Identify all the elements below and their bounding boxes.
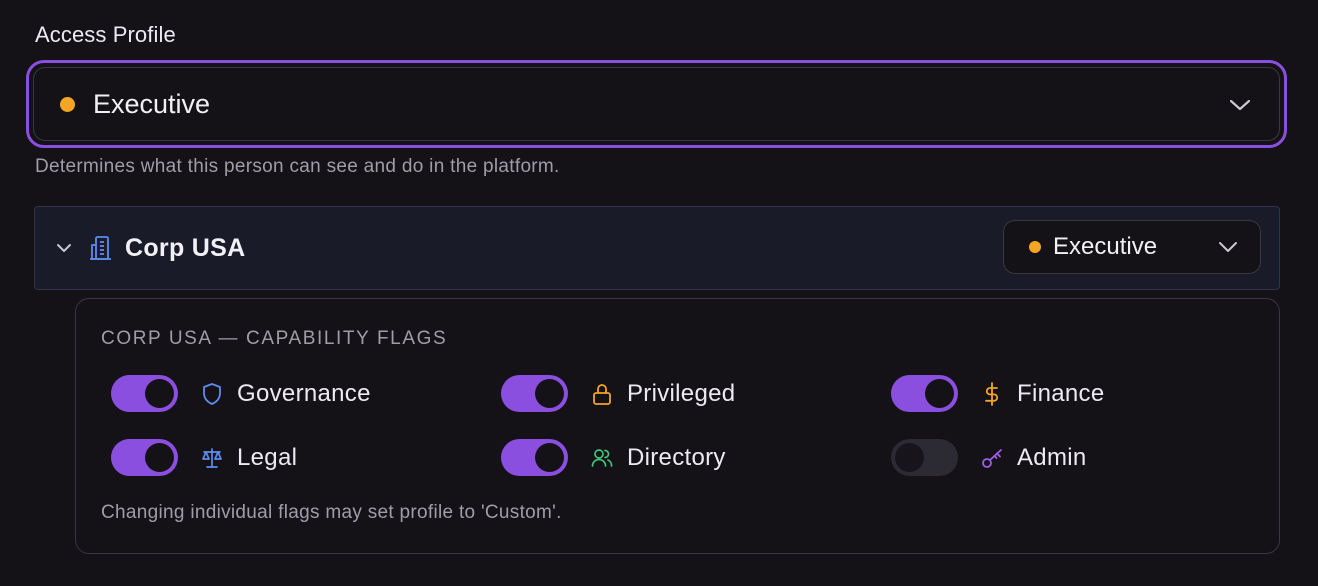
toggle-knob: [925, 379, 954, 408]
chevron-down-icon: [1229, 99, 1251, 111]
toggle-knob: [145, 443, 174, 472]
dollar-icon: [985, 382, 999, 406]
flag-label: Admin: [1017, 444, 1087, 471]
admin-toggle[interactable]: [891, 439, 958, 476]
access-profile-section: Access Profile Executive Determines what…: [0, 0, 1318, 586]
privileged-toggle[interactable]: [501, 375, 568, 412]
key-icon: [982, 449, 1002, 468]
capability-flags-panel: CORP USA — CAPABILITY FLAGS Governance P…: [75, 298, 1280, 554]
scales-icon: [202, 448, 222, 468]
flag-label: Governance: [237, 380, 371, 407]
shield-icon: [203, 383, 221, 405]
access-profile-value: Executive: [93, 89, 211, 119]
org-name: Corp USA: [125, 234, 246, 262]
org-profile-status-dot: [1029, 241, 1041, 253]
toggle-knob: [895, 443, 924, 472]
flag-label: Legal: [237, 444, 298, 471]
org-profile-select[interactable]: Executive: [1003, 220, 1261, 274]
access-profile-helper: Determines what this person can see and …: [35, 156, 560, 177]
capability-flags-title: CORP USA — CAPABILITY FLAGS: [101, 328, 448, 349]
lock-icon: [593, 384, 611, 405]
chevron-down-icon: [1219, 242, 1237, 252]
governance-toggle[interactable]: [111, 375, 178, 412]
toggle-knob: [535, 379, 564, 408]
directory-toggle[interactable]: [501, 439, 568, 476]
org-profile-value: Executive: [1053, 233, 1158, 260]
flag-label: Directory: [627, 444, 726, 471]
finance-toggle[interactable]: [891, 375, 958, 412]
legal-toggle[interactable]: [111, 439, 178, 476]
toggle-knob: [145, 379, 174, 408]
profile-status-dot: [60, 97, 75, 112]
access-profile-label: Access Profile: [35, 22, 176, 47]
flag-label: Privileged: [627, 380, 736, 407]
chevron-down-icon[interactable]: [55, 240, 73, 256]
access-profile-select[interactable]: Executive: [33, 67, 1280, 141]
building-icon: [90, 236, 111, 260]
users-icon: [591, 449, 613, 467]
flags-note: Changing individual flags may set profil…: [101, 502, 562, 523]
org-row-corp-usa: Corp USA Executive: [34, 206, 1280, 290]
flag-label: Finance: [1017, 380, 1105, 407]
toggle-knob: [535, 443, 564, 472]
